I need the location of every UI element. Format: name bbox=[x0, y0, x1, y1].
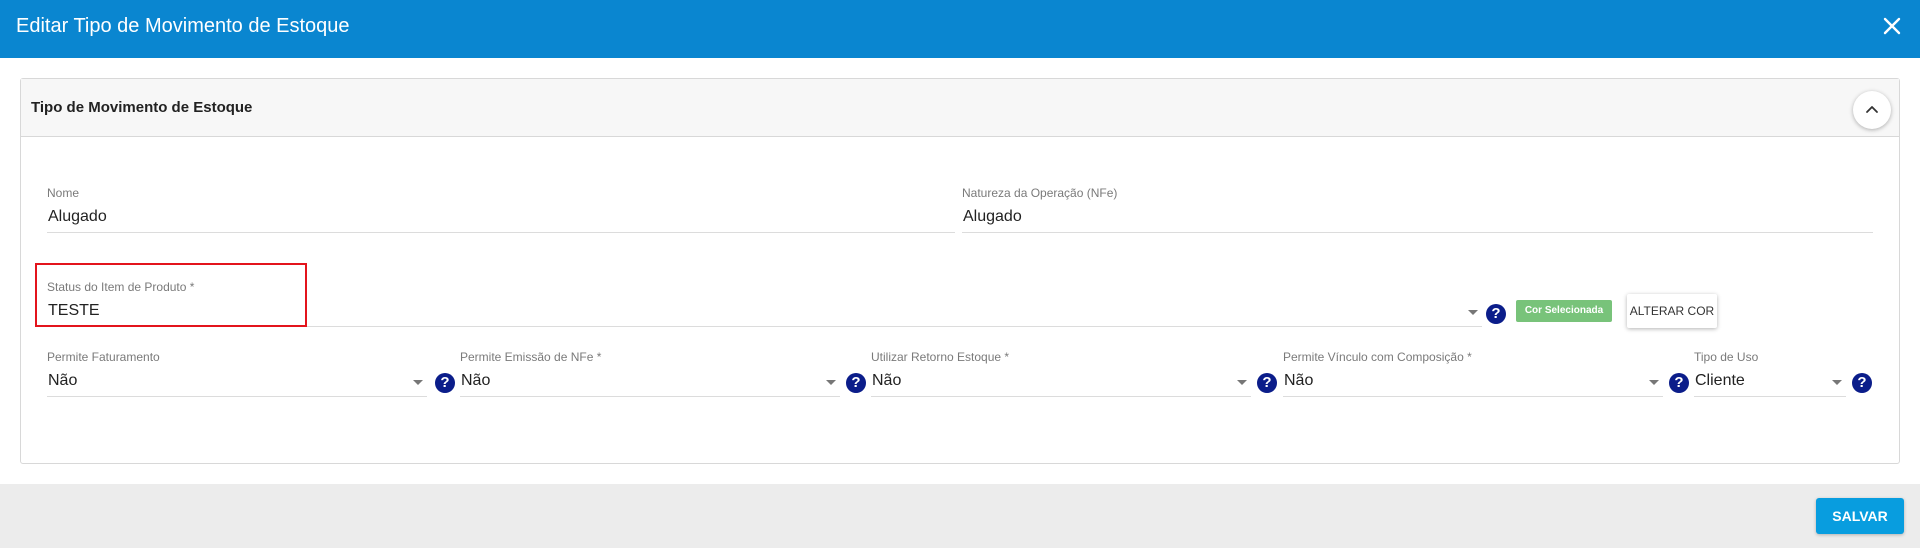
retorno-value[interactable]: Não bbox=[872, 372, 901, 390]
retorno-select[interactable]: Utilizar Retorno Estoque * Não bbox=[871, 350, 1251, 400]
color-badge: Cor Selecionada bbox=[1516, 300, 1612, 322]
retorno-label: Utilizar Retorno Estoque * bbox=[871, 350, 1010, 364]
dialog-footer bbox=[0, 484, 1920, 548]
help-icon[interactable]: ? bbox=[1257, 373, 1277, 393]
help-icon[interactable]: ? bbox=[846, 373, 866, 393]
emissao-value[interactable]: Não bbox=[461, 372, 490, 390]
faturamento-select[interactable]: Permite Faturamento Não bbox=[47, 350, 427, 400]
nome-label: Nome bbox=[47, 186, 80, 200]
alterar-cor-button[interactable]: ALTERAR COR bbox=[1627, 294, 1717, 328]
emissao-select[interactable]: Permite Emissão de NFe * Não bbox=[460, 350, 840, 400]
emissao-label: Permite Emissão de NFe * bbox=[460, 350, 602, 364]
vinculo-select[interactable]: Permite Vínculo com Composição * Não bbox=[1283, 350, 1663, 400]
highlight-box bbox=[35, 263, 307, 327]
section-header: Tipo de Movimento de Estoque bbox=[21, 79, 1899, 137]
section-title: Tipo de Movimento de Estoque bbox=[31, 99, 253, 116]
uso-value[interactable]: Cliente bbox=[1695, 372, 1745, 390]
dialog-title: Editar Tipo de Movimento de Estoque bbox=[16, 15, 350, 37]
vinculo-value[interactable]: Não bbox=[1284, 372, 1313, 390]
nome-value[interactable]: Alugado bbox=[48, 208, 107, 226]
faturamento-label: Permite Faturamento bbox=[47, 350, 160, 364]
chevron-up-icon bbox=[1866, 106, 1878, 113]
dropdown-arrow-icon[interactable] bbox=[1237, 380, 1247, 385]
help-icon[interactable]: ? bbox=[1486, 304, 1506, 324]
dropdown-arrow-icon[interactable] bbox=[1468, 310, 1478, 315]
dialog-titlebar: Editar Tipo de Movimento de Estoque bbox=[0, 0, 1920, 58]
natureza-value[interactable]: Alugado bbox=[963, 208, 1022, 226]
natureza-field[interactable]: Natureza da Operação (NFe) Alugado bbox=[962, 186, 1873, 236]
dropdown-arrow-icon[interactable] bbox=[826, 380, 836, 385]
help-icon[interactable]: ? bbox=[435, 373, 455, 393]
vinculo-label: Permite Vínculo com Composição * bbox=[1283, 350, 1472, 364]
uso-select[interactable]: Tipo de Uso Cliente bbox=[1694, 350, 1846, 400]
natureza-label: Natureza da Operação (NFe) bbox=[962, 186, 1118, 200]
dropdown-arrow-icon[interactable] bbox=[413, 380, 423, 385]
dropdown-arrow-icon[interactable] bbox=[1649, 380, 1659, 385]
nome-field[interactable]: Nome Alugado bbox=[47, 186, 955, 236]
dropdown-arrow-icon[interactable] bbox=[1832, 380, 1842, 385]
faturamento-value[interactable]: Não bbox=[48, 372, 77, 390]
collapse-button[interactable] bbox=[1853, 91, 1891, 129]
help-icon[interactable]: ? bbox=[1669, 373, 1689, 393]
save-button[interactable]: SALVAR bbox=[1816, 498, 1904, 534]
close-icon[interactable] bbox=[1880, 14, 1904, 38]
uso-label: Tipo de Uso bbox=[1694, 350, 1759, 364]
help-icon[interactable]: ? bbox=[1852, 373, 1872, 393]
